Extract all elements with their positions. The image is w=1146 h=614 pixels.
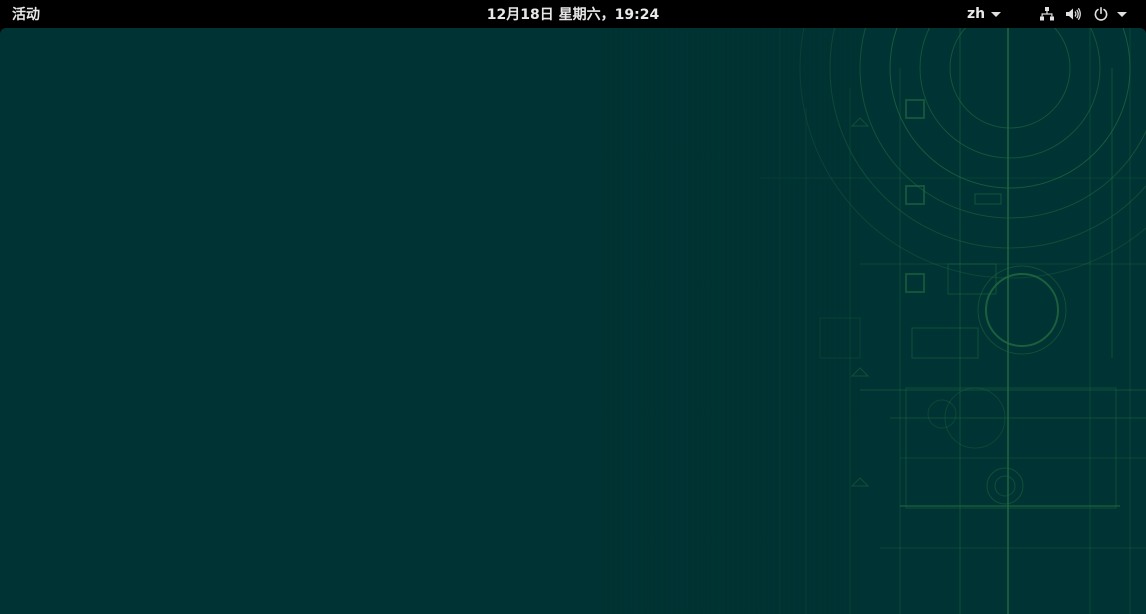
- top-bar: 活动 12月18日 星期六，19:24 zh: [0, 0, 1146, 28]
- language-label: zh: [967, 6, 986, 22]
- clock-button[interactable]: 12月18日 星期六，19:24: [487, 0, 659, 28]
- desktop-wallpaper: [0, 28, 1146, 614]
- network-icon: [1038, 0, 1056, 28]
- power-icon: [1092, 0, 1110, 28]
- activities-button[interactable]: 活动: [0, 0, 53, 28]
- chevron-down-icon: [1117, 11, 1127, 17]
- chevron-down-icon: [991, 11, 1002, 17]
- system-status-menu[interactable]: [1034, 0, 1138, 28]
- clock-text: 12月18日 星期六，19:24: [486, 7, 660, 23]
- blueprint-wallpaper-pattern: [600, 28, 1146, 614]
- activities-label: 活动: [12, 7, 40, 23]
- volume-icon: [1064, 0, 1082, 28]
- input-language-menu[interactable]: zh: [967, 0, 1002, 28]
